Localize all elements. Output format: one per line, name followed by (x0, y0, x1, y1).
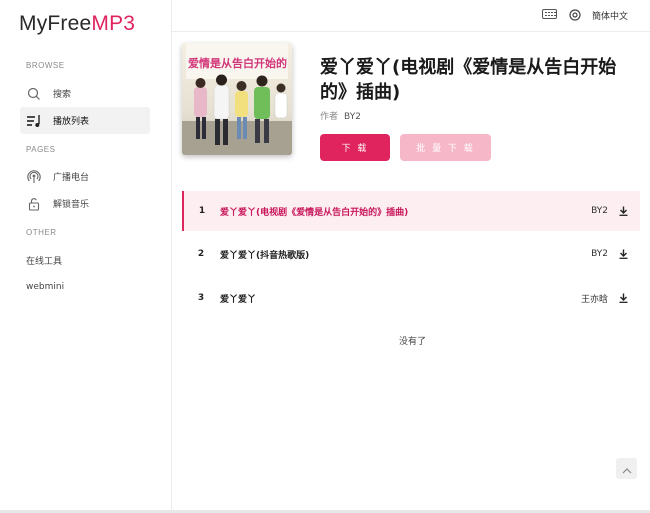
sidebar-item-label: 播放列表 (53, 117, 90, 127)
svg-text:爱情是从告白开始的: 爱情是从告白开始的 (188, 56, 287, 70)
track-row[interactable]: 1 爱丫爱丫(电视剧《爱情是从告白开始的》插曲) BY2 (182, 191, 640, 231)
search-icon (26, 86, 42, 102)
album-cover: 爱情是从告白开始的 (182, 43, 292, 155)
track-number: 1 (198, 206, 206, 216)
download-icon[interactable] (618, 292, 628, 304)
section-label-browse: BROWSE (26, 61, 65, 70)
download-icon[interactable] (618, 205, 628, 217)
sidebar: MyFreeMP3 BROWSE 搜索 播放列表 PAGES 广播电台 解锁音乐… (0, 0, 172, 513)
sidebar-item-label: 解锁音乐 (53, 200, 90, 210)
sidebar-item-search[interactable]: 搜索 (20, 80, 150, 107)
batch-download-button[interactable]: 批 量 下 载 (400, 134, 491, 161)
download-button[interactable]: 下 载 (320, 134, 390, 161)
top-bar: 簡体中文 (172, 0, 650, 32)
logo-text-main: MyFree (19, 12, 92, 35)
sidebar-item-label: 广播电台 (53, 173, 90, 183)
track-title[interactable]: 爱丫爱丫 (220, 292, 581, 305)
sidebar-item-webmini[interactable]: webmini (26, 282, 64, 292)
sidebar-item-online-tools[interactable]: 在线工具 (26, 254, 62, 267)
list-end-text: 没有了 (399, 337, 427, 347)
sidebar-item-unlock[interactable]: 解锁音乐 (20, 190, 150, 217)
keyboard-icon[interactable] (542, 9, 557, 19)
track-artist[interactable]: 王亦晗 (581, 292, 608, 305)
sidebar-item-radio[interactable]: 广播电台 (20, 163, 150, 190)
track-artist[interactable]: BY2 (591, 206, 608, 216)
author-label: 作者 (320, 112, 339, 122)
track-number: 3 (197, 293, 205, 303)
sidebar-item-playlist[interactable]: 播放列表 (20, 107, 150, 134)
gear-icon[interactable] (568, 7, 582, 21)
scroll-to-top-button[interactable] (616, 458, 637, 479)
track-number: 2 (197, 249, 205, 259)
playlist-icon (26, 113, 42, 129)
album-title: 爱丫爱丫(电视剧《爱情是从告白开始的》插曲) (320, 57, 617, 103)
app-logo[interactable]: MyFreeMP3 (19, 12, 135, 36)
album-author: 作者 BY2 (320, 109, 361, 122)
unlock-icon (26, 196, 42, 212)
track-title[interactable]: 爱丫爱丫(电视剧《爱情是从告白开始的》插曲) (220, 205, 591, 218)
language-selector[interactable]: 簡体中文 (592, 9, 628, 22)
section-label-other: OTHER (26, 228, 57, 237)
track-row[interactable]: 3 爱丫爱丫 王亦晗 (182, 278, 640, 318)
author-name[interactable]: BY2 (344, 112, 361, 122)
radio-icon (26, 169, 42, 185)
track-artist[interactable]: BY2 (591, 249, 608, 259)
sidebar-item-label: 搜索 (53, 90, 72, 100)
track-row[interactable]: 2 爱丫爱丫(抖音热歌版) BY2 (182, 234, 640, 274)
section-label-pages: PAGES (26, 145, 56, 154)
download-icon[interactable] (618, 248, 628, 260)
chevron-up-icon (622, 459, 632, 478)
logo-text-accent: MP3 (91, 12, 136, 35)
track-title[interactable]: 爱丫爱丫(抖音热歌版) (220, 248, 591, 261)
